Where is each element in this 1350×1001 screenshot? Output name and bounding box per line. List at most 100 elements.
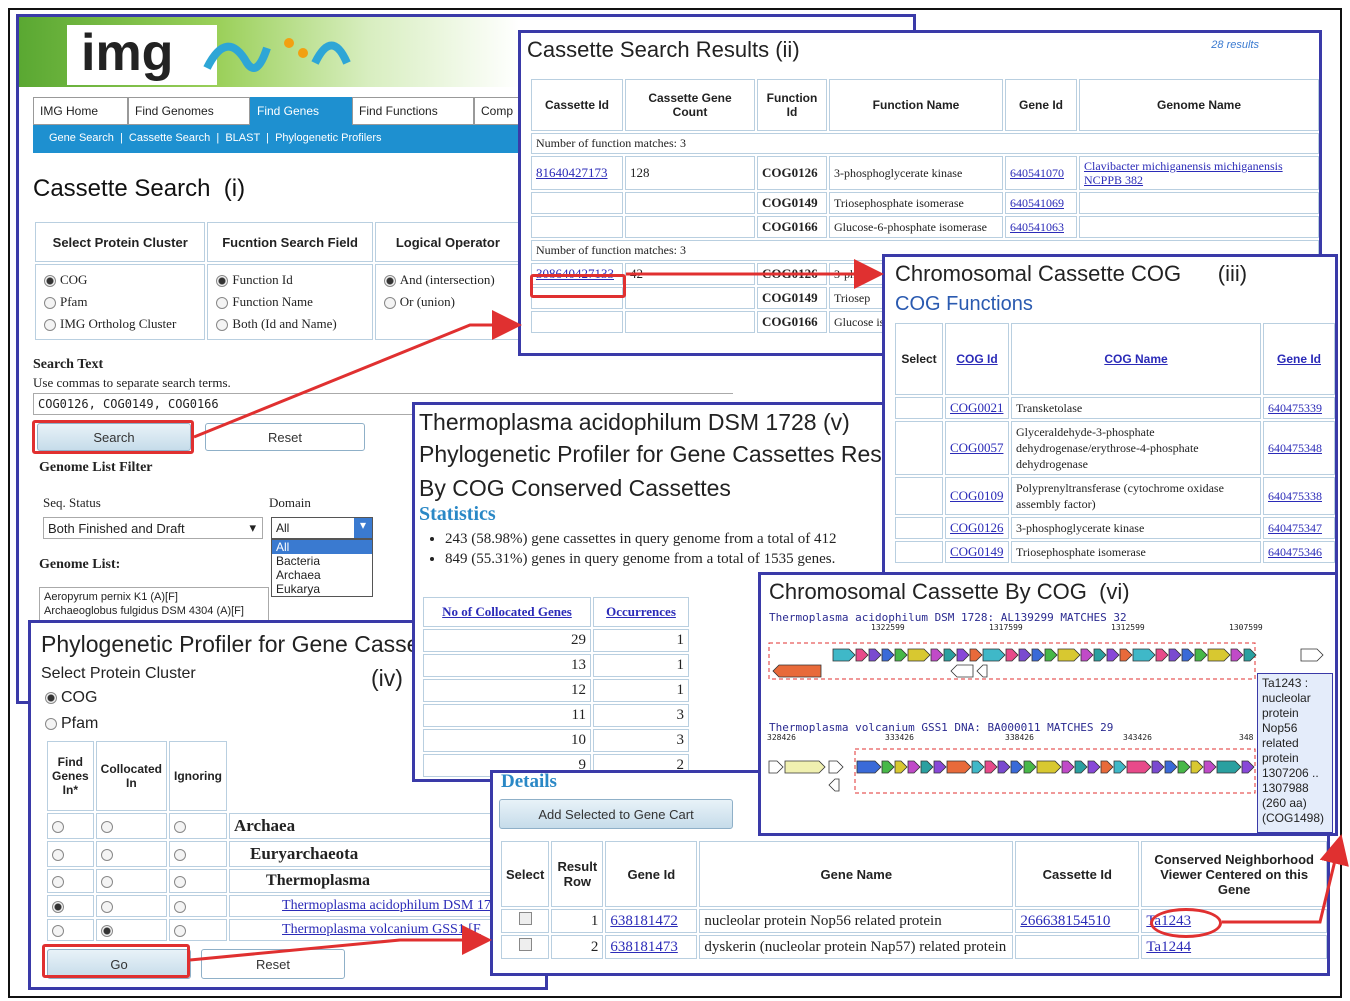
cog-name-header[interactable]: COG Name bbox=[1011, 323, 1261, 395]
gene-arrow[interactable] bbox=[1061, 760, 1075, 774]
cog-id-header[interactable]: COG Id bbox=[945, 323, 1009, 395]
gene-arrow[interactable] bbox=[1243, 648, 1257, 662]
subnav-phylogenetic-profilers[interactable]: Phylogenetic Profilers bbox=[275, 132, 381, 144]
gene-arrow[interactable] bbox=[828, 760, 844, 774]
nav-tab-compare[interactable]: Comp bbox=[474, 97, 523, 125]
gene-arrow[interactable] bbox=[894, 648, 908, 662]
genome-list-box[interactable]: Aeropyrum pernix K1 (A)[F] Archaeoglobus… bbox=[39, 587, 269, 621]
gene-arrow[interactable] bbox=[1106, 648, 1120, 662]
gene-arrow[interactable] bbox=[976, 664, 988, 678]
gene-arrow[interactable] bbox=[868, 648, 882, 662]
gene-arrow[interactable] bbox=[1241, 760, 1255, 774]
gene-arrow[interactable] bbox=[956, 648, 970, 662]
gene-arrow[interactable] bbox=[1080, 648, 1094, 662]
search-reset-button[interactable]: Reset bbox=[205, 423, 365, 451]
gene-arrow[interactable] bbox=[1023, 760, 1037, 774]
gene-id-link[interactable]: 638181473 bbox=[605, 935, 698, 959]
gene-arrow[interactable] bbox=[982, 648, 1006, 662]
gene-id-link[interactable]: 640541063 bbox=[1005, 216, 1077, 238]
radio-both[interactable]: Both (Id and Name) bbox=[216, 313, 363, 335]
gene-arrow[interactable] bbox=[1113, 760, 1127, 774]
gene-arrow[interactable] bbox=[1057, 648, 1081, 662]
gene-arrow[interactable] bbox=[1119, 648, 1133, 662]
gene-arrow[interactable] bbox=[1151, 760, 1165, 774]
gene-arrow[interactable] bbox=[894, 760, 908, 774]
domain-option-all[interactable]: All bbox=[272, 540, 372, 554]
gene-arrow[interactable] bbox=[1194, 648, 1208, 662]
gene-arrow[interactable] bbox=[1164, 760, 1178, 774]
gene-arrow[interactable] bbox=[1005, 648, 1019, 662]
nav-tab-find-genomes[interactable]: Find Genomes bbox=[128, 97, 250, 125]
genome-list-item[interactable]: Aeropyrum pernix K1 (A)[F] bbox=[44, 590, 264, 604]
radio-function-name[interactable]: Function Name bbox=[216, 291, 363, 313]
radio-img-ortholog[interactable]: IMG Ortholog Cluster bbox=[44, 313, 196, 335]
radio-or[interactable]: Or (union) bbox=[383, 291, 512, 313]
gene-arrow[interactable] bbox=[933, 760, 947, 774]
gene-arrow[interactable] bbox=[907, 648, 931, 662]
gene-arrow[interactable] bbox=[1093, 648, 1107, 662]
domain-option-eukarya[interactable]: Eukarya bbox=[272, 582, 372, 596]
gene-arrow[interactable] bbox=[1010, 760, 1024, 774]
gene-arrow[interactable] bbox=[1031, 648, 1045, 662]
gene-arrow[interactable] bbox=[1126, 760, 1152, 774]
gene-arrow[interactable] bbox=[950, 664, 974, 678]
radio-function-id[interactable]: Function Id bbox=[216, 269, 363, 291]
subnav-blast[interactable]: BLAST bbox=[225, 132, 260, 144]
gene-arrow[interactable] bbox=[856, 760, 882, 774]
nav-tab-find-genes[interactable]: Find Genes bbox=[250, 97, 352, 125]
collocated-genes-header[interactable]: No of Collocated Genes bbox=[423, 597, 591, 627]
gene-arrow[interactable] bbox=[907, 760, 921, 774]
gene-arrow[interactable] bbox=[984, 760, 998, 774]
cassette-id-link[interactable]: 81640427173 bbox=[531, 156, 623, 190]
genome-list-item[interactable]: Archaeoglobus fulgidus DSM 4304 (A)[F] bbox=[44, 604, 264, 618]
radio-pfam[interactable]: Pfam bbox=[44, 291, 196, 313]
domain-option-bacteria[interactable]: Bacteria bbox=[272, 554, 372, 568]
gene-arrow[interactable] bbox=[971, 760, 985, 774]
gene-arrow[interactable] bbox=[997, 760, 1011, 774]
gene-arrow[interactable] bbox=[832, 648, 856, 662]
gene-arrow[interactable] bbox=[1203, 760, 1217, 774]
collocated-radio[interactable] bbox=[100, 924, 113, 937]
domain-option-archaea[interactable]: Archaea bbox=[272, 568, 372, 582]
gene-arrow[interactable] bbox=[1087, 760, 1101, 774]
gene-arrow[interactable] bbox=[930, 648, 944, 662]
gene-arrow[interactable] bbox=[969, 648, 983, 662]
row-checkbox[interactable] bbox=[518, 912, 532, 925]
phylo-radio-pfam[interactable]: Pfam bbox=[45, 715, 98, 733]
gene-arrow[interactable] bbox=[943, 648, 957, 662]
subnav-gene-search[interactable]: Gene Search bbox=[49, 132, 114, 144]
gene-arrow[interactable] bbox=[855, 648, 869, 662]
gene-arrow[interactable] bbox=[1207, 648, 1231, 662]
phylo-radio-cog[interactable]: COG bbox=[45, 689, 97, 707]
gene-arrow[interactable] bbox=[1100, 760, 1114, 774]
add-to-gene-cart-button[interactable]: Add Selected to Gene Cart bbox=[499, 799, 733, 829]
radio-cog[interactable]: COG bbox=[44, 269, 196, 291]
occurrences-header[interactable]: Occurrences bbox=[592, 597, 689, 627]
gene-id-link[interactable]: 640541069 bbox=[1005, 192, 1077, 214]
gene-arrow[interactable] bbox=[1300, 648, 1324, 662]
gene-arrow[interactable] bbox=[1177, 760, 1191, 774]
gene-arrow[interactable] bbox=[1230, 648, 1244, 662]
gene-arrow[interactable] bbox=[1181, 648, 1195, 662]
gene-arrow[interactable] bbox=[1155, 648, 1169, 662]
cassette-id-link[interactable]: 266638154510 bbox=[1015, 909, 1140, 933]
gene-arrow[interactable] bbox=[768, 760, 784, 774]
gene-arrow[interactable] bbox=[772, 664, 822, 678]
phylo-reset-button[interactable]: Reset bbox=[201, 949, 345, 979]
gene-id-header[interactable]: Gene Id bbox=[1263, 323, 1335, 395]
gene-arrow[interactable] bbox=[1216, 760, 1242, 774]
gene-arrow[interactable] bbox=[784, 760, 826, 774]
gene-arrow[interactable] bbox=[1132, 648, 1156, 662]
subnav-cassette-search[interactable]: Cassette Search bbox=[129, 132, 210, 144]
gene-arrow[interactable] bbox=[1074, 760, 1088, 774]
gene-arrow[interactable] bbox=[1018, 648, 1032, 662]
gene-arrow[interactable] bbox=[1036, 760, 1062, 774]
nav-tab-find-functions[interactable]: Find Functions bbox=[352, 97, 474, 125]
gene-id-link[interactable]: 640541070 bbox=[1005, 156, 1077, 190]
radio-and[interactable]: And (intersection) bbox=[383, 269, 512, 291]
nav-tab-img-home[interactable]: IMG Home bbox=[33, 97, 128, 125]
gene-arrow[interactable] bbox=[1190, 760, 1204, 774]
genome-name-link[interactable]: Clavibacter michiganensis michiganensis … bbox=[1079, 156, 1319, 190]
gene-arrow[interactable] bbox=[920, 760, 934, 774]
gene-arrow[interactable] bbox=[1168, 648, 1182, 662]
